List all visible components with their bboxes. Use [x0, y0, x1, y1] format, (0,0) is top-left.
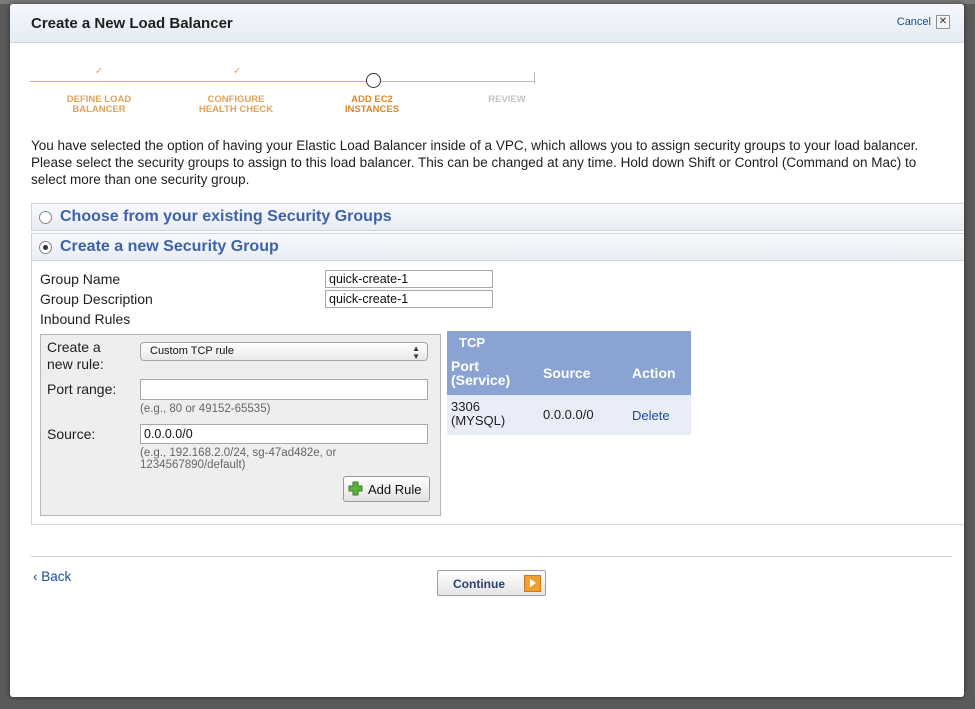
- tcp-table-title: TCP: [459, 335, 485, 350]
- intro-text: You have selected the option of having y…: [31, 138, 919, 187]
- wizard-step-review: REVIEW: [452, 95, 562, 105]
- option-new-label[interactable]: Create a new Security Group: [60, 238, 279, 256]
- delete-rule-link[interactable]: Delete: [632, 408, 670, 423]
- port-range-label: Port range:: [47, 381, 117, 397]
- group-description-input[interactable]: [325, 290, 493, 308]
- wizard-step-label-line2: BALANCER: [72, 104, 126, 115]
- wizard-progress-end-tick: [534, 72, 535, 84]
- inbound-rules-label: Inbound Rules: [40, 311, 131, 327]
- continue-label: Continue: [453, 577, 505, 591]
- add-rule-label: Add Rule: [368, 482, 422, 497]
- source-hint-line2: 1234567890/default): [140, 459, 246, 471]
- rule-builder: Create a new rule: Custom TCP rule ▲ ▼ Po…: [40, 334, 441, 516]
- col-port-line1: Port: [451, 358, 479, 374]
- wizard-step-label-line2: INSTANCES: [344, 104, 400, 115]
- option-existing-security-groups[interactable]: Choose from your existing Security Group…: [31, 203, 964, 231]
- wizard-step-configure-health-check: CONFIGURE HEALTH CHECK: [181, 95, 291, 115]
- select-arrows-icon: ▲ ▼: [412, 344, 420, 361]
- wizard-step-add-ec2-instances: ADD EC2 INSTANCES: [317, 95, 427, 115]
- source-label: Source:: [47, 426, 96, 442]
- tcp-table-header: TCP Port (Service) Source Action: [447, 331, 691, 395]
- source-hint: (e.g., 192.168.2.0/24, sg-47ad482e, or 1…: [140, 447, 336, 471]
- port-range-hint: (e.g., 80 or 49152-65535): [140, 403, 271, 415]
- wizard-step-label-line2: HEALTH CHECK: [198, 104, 274, 115]
- step-complete-check-icon: ✓: [233, 66, 242, 77]
- radio-selected-dot: [43, 245, 48, 250]
- wizard-progress-line-done: [30, 81, 374, 82]
- current-step-circle-icon: [366, 73, 381, 88]
- radio-existing-security-groups[interactable]: [39, 211, 52, 224]
- continue-button[interactable]: Continue: [437, 570, 546, 596]
- col-source-header: Source: [543, 365, 591, 381]
- source-input[interactable]: [140, 424, 428, 444]
- source-hint-line1: (e.g., 192.168.2.0/24, sg-47ad482e, or: [140, 447, 337, 459]
- create-rule-label-line2: new rule:: [47, 356, 104, 372]
- wizard-progress-line-todo: [374, 81, 534, 82]
- rule-type-value: Custom TCP rule: [150, 345, 234, 357]
- group-name-input[interactable]: [325, 270, 493, 288]
- plus-icon: [348, 481, 363, 496]
- col-action-header: Action: [632, 365, 676, 381]
- back-link[interactable]: ‹ Back: [33, 569, 71, 584]
- wizard-progress: ✓ ✓ DEFINE LOAD BALANCER CONFIGURE HEALT…: [10, 4, 964, 124]
- create-rule-label: Create a new rule:: [47, 339, 104, 373]
- new-security-group-panel: Group Name Group Description Inbound Rul…: [31, 261, 964, 525]
- wizard-step-label-line1: REVIEW: [488, 94, 526, 105]
- port-range-input[interactable]: [140, 379, 428, 400]
- tcp-rules-table: TCP Port (Service) Source Action 3306 (M…: [447, 331, 691, 435]
- add-rule-button[interactable]: Add Rule: [343, 476, 430, 502]
- option-existing-label[interactable]: Choose from your existing Security Group…: [60, 208, 392, 226]
- rule-type-select[interactable]: Custom TCP rule ▲ ▼: [140, 342, 428, 361]
- create-load-balancer-dialog: Create a New Load Balancer Cancel ✕ ✓ ✓ …: [10, 4, 964, 697]
- wizard-step-define-load-balancer: DEFINE LOAD BALANCER: [44, 95, 154, 115]
- group-name-label: Group Name: [40, 271, 121, 287]
- port-cell-line1: 3306: [451, 399, 480, 414]
- col-port-header: Port (Service): [451, 359, 510, 387]
- port-cell: 3306 (MYSQL): [451, 400, 505, 428]
- arrow-right-icon: [524, 575, 541, 592]
- group-description-label: Group Description: [40, 291, 153, 307]
- footer-divider: [31, 556, 952, 557]
- col-port-line2: (Service): [451, 372, 511, 388]
- radio-new-security-group[interactable]: [39, 241, 52, 254]
- table-row: 3306 (MYSQL) 0.0.0.0/0 Delete: [447, 395, 691, 435]
- option-new-security-group[interactable]: Create a new Security Group: [31, 233, 964, 261]
- create-rule-label-line1: Create a: [47, 339, 101, 355]
- step-complete-check-icon: ✓: [95, 66, 104, 77]
- source-cell: 0.0.0.0/0: [543, 407, 594, 422]
- port-cell-line2: (MYSQL): [451, 413, 506, 428]
